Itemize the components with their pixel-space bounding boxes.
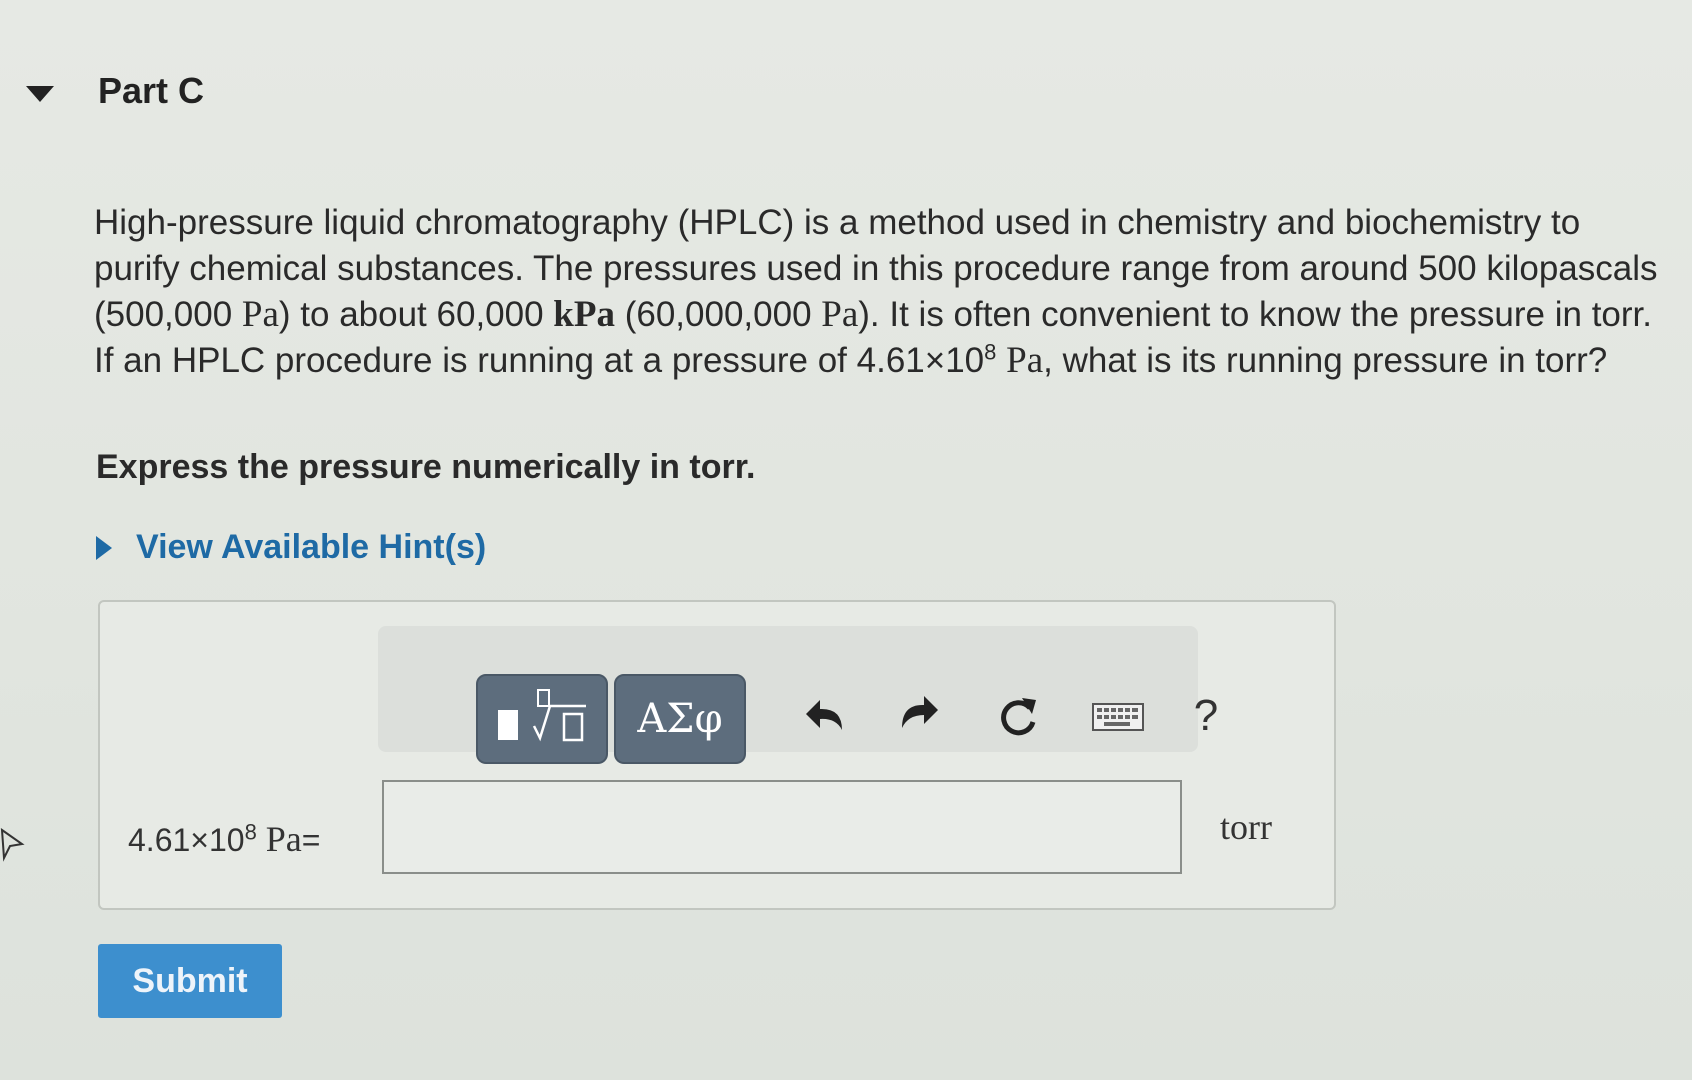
unit-pa-3: Pa [1006,340,1044,381]
question-text-3: (60,000,000 [614,295,822,334]
templates-icon [498,689,586,742]
caret-right-icon [96,535,112,560]
part-title: Part C [98,70,205,111]
templates-button[interactable] [476,674,608,764]
undo-button[interactable] [794,678,854,754]
unit-pa-1: Pa [241,294,279,335]
equals-sign: = [301,822,321,858]
redo-icon [902,696,938,728]
keyboard-icon [1092,703,1144,731]
pressure-mantissa: 4.61×10 [856,341,985,380]
help-button[interactable]: ? [1176,678,1236,754]
question-text-5: , what is its running pressure in torr? [1043,341,1608,380]
question-text-2: ) to about 60,000 [278,295,554,334]
view-hints-label: View Available Hint(s) [136,528,487,566]
answer-box: ΑΣφ ? 4.61×108 Pa= torr [98,600,1336,910]
answer-input[interactable] [382,780,1182,874]
math-toolbar: ΑΣφ ? [378,626,1218,764]
instruction-text: Express the pressure numerically in torr… [96,448,756,486]
unit-kpa: kPa [553,294,615,335]
redo-button[interactable] [890,678,950,754]
undo-icon [806,700,842,730]
question-text: High-pressure liquid chromatography (HPL… [94,200,1664,384]
keyboard-button[interactable] [1088,678,1148,754]
page: Part C High-pressure liquid chromatograp… [0,0,1692,1080]
submit-button[interactable]: Submit [98,944,282,1018]
reset-button[interactable] [988,678,1048,754]
mouse-cursor-icon [0,827,25,862]
equation-unit: Pa [265,819,302,859]
equation-exponent: 8 [244,819,257,845]
equation-mantissa: 4.61×10 [128,822,245,858]
collapse-toggle-icon[interactable] [26,86,54,102]
reset-icon [1001,698,1036,736]
pressure-exponent: 8 [984,339,997,365]
view-hints-link[interactable]: View Available Hint(s) [96,528,486,567]
greek-symbols-button[interactable]: ΑΣφ [614,674,746,764]
equation-label: 4.61×108 Pa= [128,818,320,860]
answer-unit: torr [1220,807,1272,847]
unit-pa-2: Pa [821,294,859,335]
